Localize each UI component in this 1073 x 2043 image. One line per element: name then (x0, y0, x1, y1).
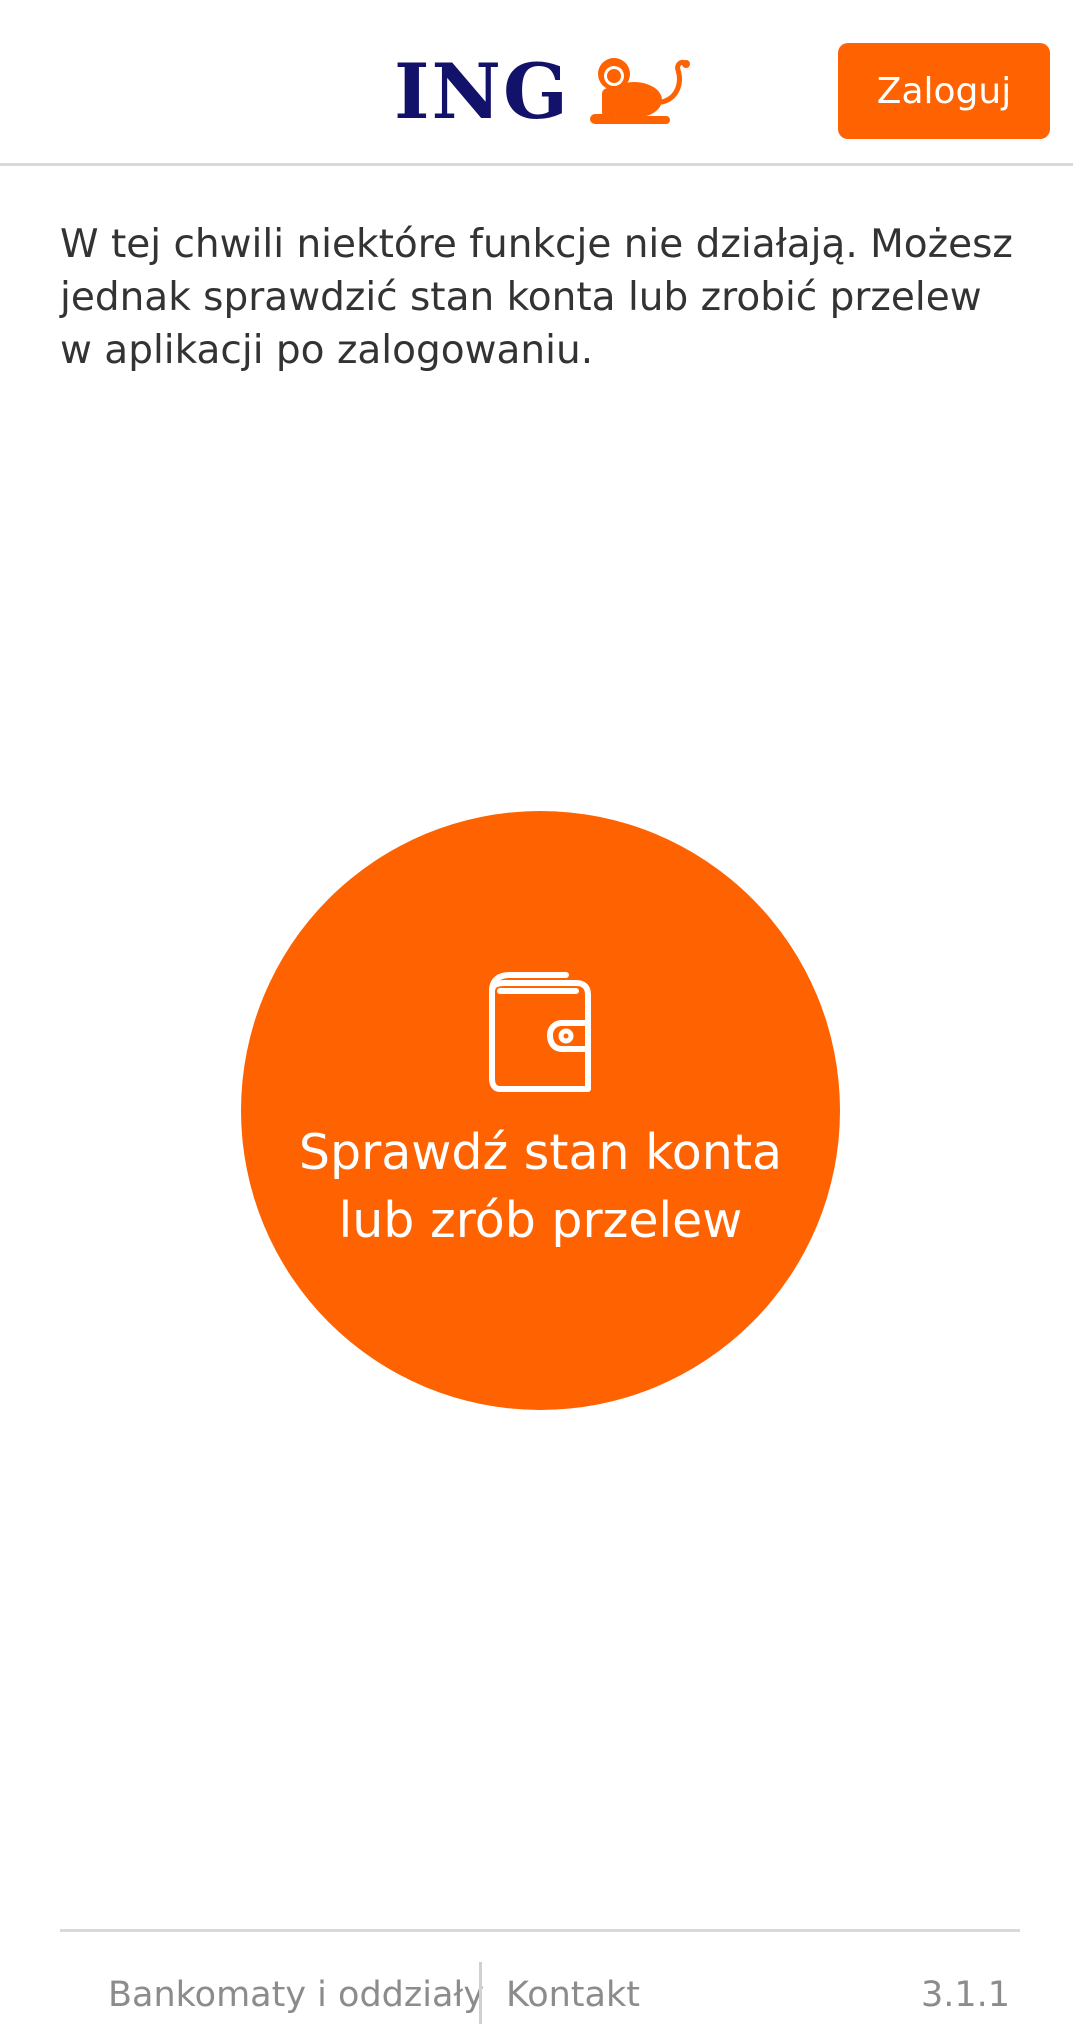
contact-link[interactable]: Kontakt (506, 1970, 640, 2020)
service-notice: W tej chwili niektóre funkcje nie działa… (60, 222, 1013, 373)
lion-icon (589, 58, 690, 124)
check-balance-label: Sprawdź stan konta lub zrób przelew (298, 1124, 783, 1249)
check-balance-button[interactable]: Sprawdź stan konta lub zrób przelew (241, 811, 840, 1410)
wallet-icon (488, 972, 591, 1092)
app-header: ING Zaloguj (0, 0, 1073, 166)
footer-separator (479, 1962, 482, 2024)
ing-logo: ING (394, 52, 698, 132)
footer-divider (60, 1929, 1020, 1932)
logo-text: ING (394, 47, 570, 136)
app-version: 3.1.1 (920, 1975, 1010, 2015)
atm-branches-link[interactable]: Bankomaty i oddziały (108, 1970, 484, 2020)
login-button[interactable]: Zaloguj (838, 43, 1050, 139)
